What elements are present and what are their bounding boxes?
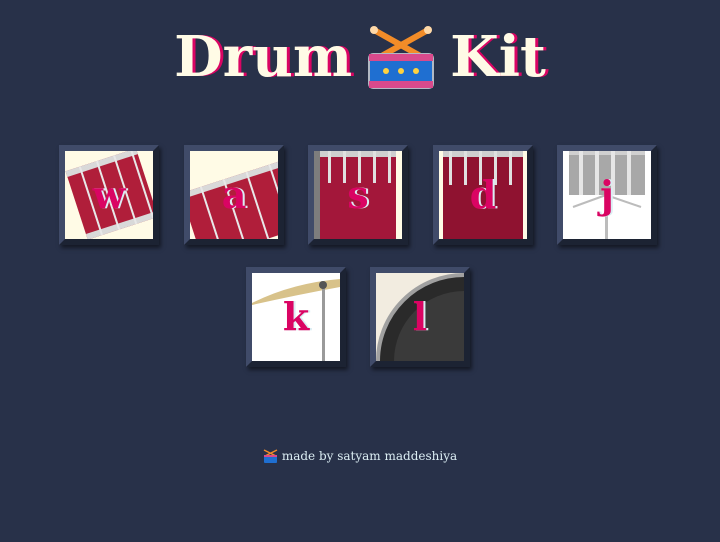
drum-key-l[interactable]: l — [370, 267, 470, 367]
drum-key-s[interactable]: s — [308, 145, 408, 245]
drum-key-k[interactable]: k — [246, 267, 346, 367]
footer: made by satyam maddeshiya — [0, 449, 720, 463]
key-letter: s — [347, 172, 369, 217]
drum-icon — [263, 449, 278, 463]
drum-pad-grid: w a s d j k l — [0, 0, 720, 400]
key-letter: k — [282, 294, 310, 339]
drum-key-d[interactable]: d — [433, 145, 533, 245]
key-letter: w — [92, 172, 126, 217]
drum-key-a[interactable]: a — [184, 145, 284, 245]
drum-key-j[interactable]: j — [557, 145, 657, 245]
drum-key-w[interactable]: w — [59, 145, 159, 245]
footer-credit: made by satyam maddeshiya — [281, 449, 458, 463]
key-letter: l — [412, 294, 428, 339]
key-letter: j — [600, 172, 614, 217]
key-letter: d — [469, 172, 497, 217]
key-letter: a — [221, 172, 247, 217]
